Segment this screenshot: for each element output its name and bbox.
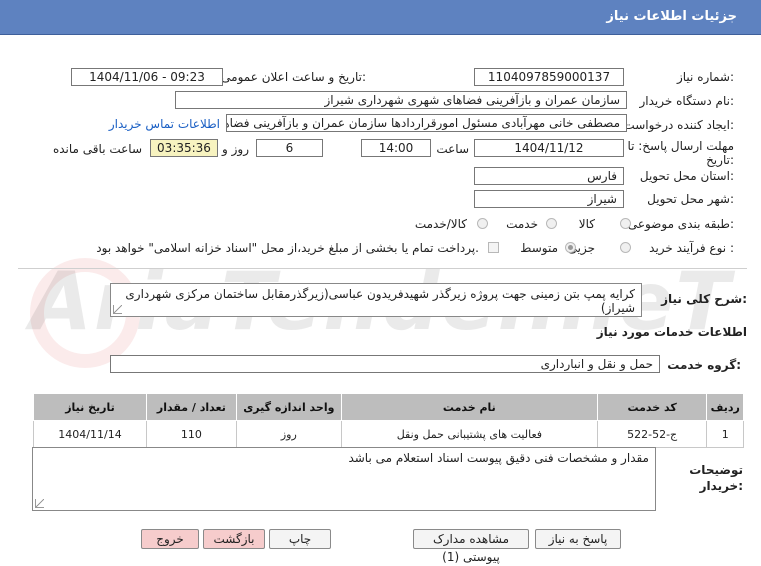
section-divider [18, 268, 747, 269]
cell-row: 1 [706, 420, 744, 448]
treasury-checkbox[interactable] [488, 242, 499, 253]
print-button[interactable]: چاپ [269, 529, 331, 549]
buyer-notes-label-1: توضیحات [689, 463, 743, 477]
radio-goods-service-label: کالا/خدمت [414, 217, 467, 231]
deadline-time-label: ساعت [436, 142, 469, 156]
col-row: ردیف [706, 393, 744, 421]
buyer-notes-text: مقدار و مشخصات فنی دقیق پیوست اسناد استع… [348, 451, 649, 465]
description-text: کرایه پمپ بتن زمینی جهت پروژه زیرگذر شهی… [125, 287, 635, 315]
radio-minor[interactable] [620, 242, 631, 253]
announce-date-field: 1404/11/06 - 09:23 [71, 68, 223, 86]
purchase-type-label: نوع فرآیند خرید : [649, 241, 734, 255]
col-unit: واحد اندازه گیری [235, 393, 342, 421]
city-field: شیراز [474, 190, 624, 208]
cell-qty: 110 [146, 420, 237, 448]
attachments-button[interactable]: مشاهده مدارک پیوستی (1) [413, 529, 529, 564]
deadline-label-date: تاریخ: [706, 153, 734, 167]
buyer-notes-textarea: مقدار و مشخصات فنی دقیق پیوست اسناد استع… [32, 447, 656, 511]
remaining-label: ساعت باقی مانده [52, 142, 142, 156]
col-qty: تعداد / مقدار [146, 393, 237, 421]
days-remaining-field: 6 [256, 139, 323, 157]
services-section-title: اطلاعات خدمات مورد نیاز [596, 325, 747, 339]
buyer-notes-label-2: خریدار: [699, 479, 743, 493]
category-label: طبقه بندی موضوعی: [627, 217, 734, 231]
radio-goods[interactable] [620, 218, 631, 229]
days-label: روز و [222, 142, 249, 156]
buyer-org-label: نام دستگاه خریدار: [639, 94, 735, 108]
cell-unit: روز [235, 420, 342, 448]
service-group-label: گروه خدمت: [667, 358, 741, 372]
need-number-field: 1104097859000137 [474, 68, 624, 86]
col-code: کد خدمت [596, 393, 708, 421]
deadline-date-field: 1404/11/12 [474, 139, 624, 157]
reply-button[interactable]: پاسخ به نیاز [535, 529, 621, 549]
page-title: جزئیات اطلاعات نیاز [606, 9, 737, 24]
cell-date: 1404/11/14 [33, 420, 147, 448]
buyer-contact-link[interactable]: اطلاعات تماس خریدار [109, 117, 220, 131]
service-group-field: حمل و نقل و انبارداری [110, 355, 660, 373]
deadline-time-field: 14:00 [361, 139, 431, 157]
radio-goods-label: کالا [578, 217, 595, 231]
announce-date-label: تاریخ و ساعت اعلان عمومی: [221, 70, 366, 84]
need-number-label: شماره نیاز: [676, 70, 734, 84]
cell-name: فعالیت های پشتیبانی حمل ونقل [340, 420, 598, 448]
radio-goods-service[interactable] [477, 218, 488, 229]
radio-medium[interactable] [565, 242, 576, 253]
payment-note: پرداخت تمام یا بخشی از مبلغ خرید،از محل … [96, 241, 479, 255]
remaining-time-field: 03:35:36 [150, 139, 218, 157]
buyer-org-field: سازمان عمران و بازآفرینی فضاهای شهری شهر… [175, 91, 627, 109]
radio-medium-label: متوسط [520, 241, 558, 255]
description-label: شرح کلی نیاز: [661, 292, 747, 306]
deadline-label: مهلت ارسال پاسخ: تا [627, 139, 734, 153]
radio-service-label: خدمت [506, 217, 538, 231]
col-date: تاریخ نیاز [33, 393, 147, 421]
page-header: جزئیات اطلاعات نیاز [0, 0, 761, 35]
cell-code: ج-52-522 [596, 420, 708, 448]
creator-label: ایجاد کننده درخواست: [623, 118, 734, 132]
creator-field: مصطفی خانی مهرآبادی مسئول امورقراردادها … [226, 114, 627, 132]
radio-service[interactable] [546, 218, 557, 229]
table-row: 1 ج-52-522 فعالیت های پشتیبانی حمل ونقل … [33, 420, 744, 448]
table-header-row: ردیف کد خدمت نام خدمت واحد اندازه گیری ت… [33, 393, 744, 421]
province-field: فارس [474, 167, 624, 185]
col-name: نام خدمت [340, 393, 598, 421]
back-button[interactable]: بازگشت [203, 529, 265, 549]
description-textarea: کرایه پمپ بتن زمینی جهت پروژه زیرگذر شهی… [110, 283, 642, 317]
province-label: استان محل تحویل: [639, 169, 734, 183]
exit-button[interactable]: خروج [141, 529, 199, 549]
services-table: ردیف کد خدمت نام خدمت واحد اندازه گیری ت… [33, 393, 744, 448]
city-label: شهر محل تحویل: [647, 192, 734, 206]
